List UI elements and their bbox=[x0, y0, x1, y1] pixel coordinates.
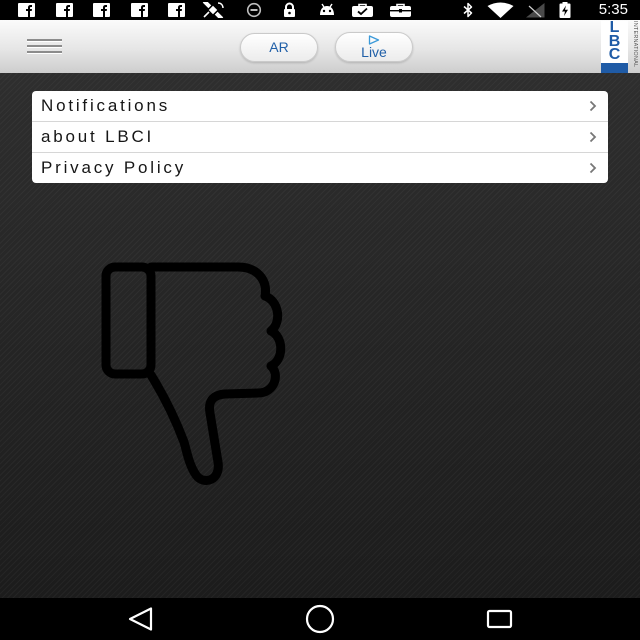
logo-bar bbox=[601, 63, 628, 73]
menu-item-about[interactable]: about LBCI bbox=[32, 122, 608, 153]
facebook-icon bbox=[93, 2, 110, 18]
facebook-icon bbox=[131, 2, 148, 18]
back-icon bbox=[128, 607, 153, 631]
home-icon bbox=[305, 604, 335, 634]
facebook-icon bbox=[18, 2, 35, 18]
logo-tagline: INTERNATIONAL bbox=[632, 21, 638, 68]
menu-item-label: Privacy Policy bbox=[41, 158, 187, 177]
ar-button-label: AR bbox=[269, 39, 289, 55]
android-icon bbox=[318, 2, 336, 18]
no-signal-icon bbox=[525, 2, 546, 18]
menu-item-notifications[interactable]: Notifications bbox=[32, 91, 608, 122]
briefcase-check-icon bbox=[350, 2, 375, 18]
logo-letter: C bbox=[608, 46, 621, 63]
live-button[interactable]: Live bbox=[335, 32, 413, 62]
chevron-right-icon bbox=[589, 100, 597, 112]
ar-language-button[interactable]: AR bbox=[240, 33, 318, 62]
facebook-icon bbox=[56, 2, 73, 18]
chevron-right-icon bbox=[589, 131, 597, 143]
recents-icon bbox=[486, 609, 513, 629]
bluetooth-icon bbox=[462, 2, 474, 18]
logo-letters: L B C bbox=[601, 21, 628, 63]
satellite-icon bbox=[200, 2, 226, 18]
navigation-bar bbox=[0, 598, 640, 640]
chevron-right-icon bbox=[589, 162, 597, 174]
battery-charging-icon bbox=[558, 2, 572, 18]
main-content: Notifications about LBCI Privacy Policy bbox=[0, 73, 640, 598]
do-not-disturb-icon bbox=[245, 2, 263, 18]
back-button[interactable] bbox=[100, 598, 180, 640]
briefcase-icon bbox=[389, 2, 412, 18]
status-time: 5:35 bbox=[598, 1, 628, 18]
menu-item-label: about LBCI bbox=[41, 127, 155, 146]
live-button-label: Live bbox=[361, 44, 387, 60]
hamburger-icon[interactable] bbox=[24, 34, 65, 60]
menu-item-privacy-policy[interactable]: Privacy Policy bbox=[32, 153, 608, 183]
recents-button[interactable] bbox=[460, 598, 540, 640]
menu-item-label: Notifications bbox=[41, 96, 170, 115]
home-button[interactable] bbox=[280, 598, 360, 640]
facebook-icon bbox=[168, 2, 185, 18]
lbc-logo: L B C INTERNATIONAL bbox=[601, 21, 640, 73]
thumbs-down-icon bbox=[101, 262, 286, 485]
lock-icon bbox=[282, 2, 297, 18]
app-header: AR Live L B C INTERNATIONAL bbox=[0, 20, 640, 73]
wifi-icon bbox=[487, 2, 514, 18]
settings-menu: Notifications about LBCI Privacy Policy bbox=[32, 91, 608, 183]
status-bar: 5:35 bbox=[0, 0, 640, 20]
